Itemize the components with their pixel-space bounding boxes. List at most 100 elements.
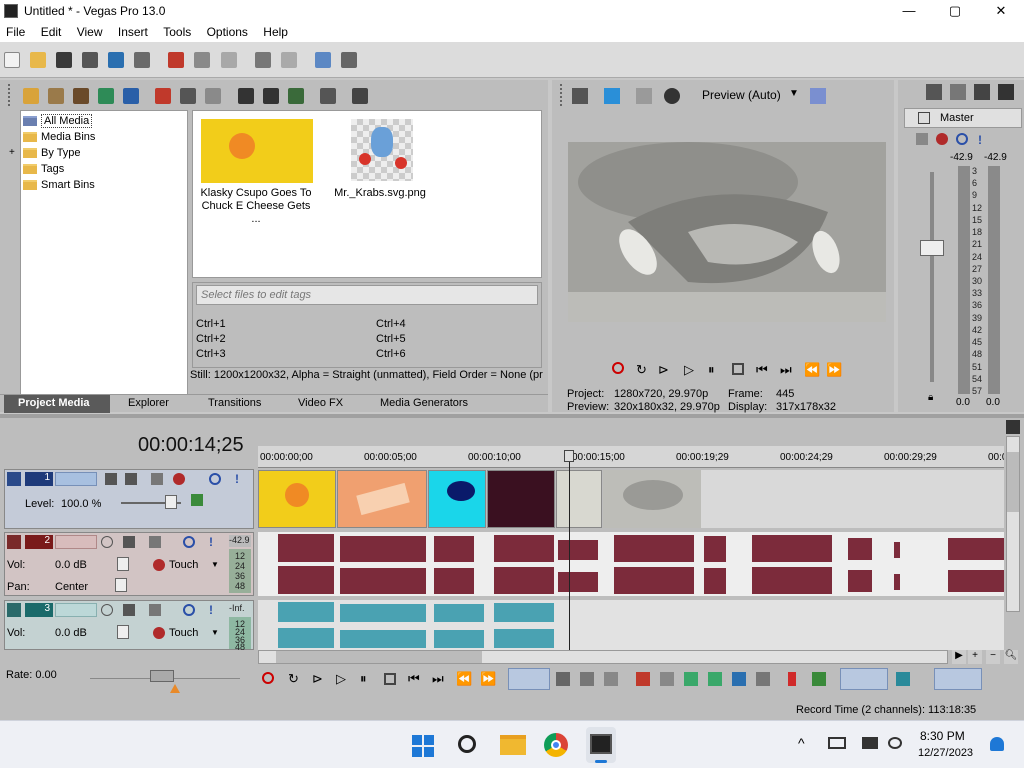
track-motion-icon[interactable] — [151, 473, 163, 485]
save-as-icon[interactable] — [82, 52, 99, 68]
notification-bell-icon[interactable] — [990, 737, 1004, 751]
dim-output-icon[interactable] — [974, 84, 990, 100]
zoom-tool-icon[interactable]: 🔍︎ — [1004, 650, 1018, 664]
tree-item-media-bins[interactable]: Media Bins — [21, 129, 187, 145]
automation-gear-icon[interactable] — [153, 627, 165, 639]
tab-media-generators[interactable]: Media Generators — [380, 395, 468, 413]
previous-frame-icon[interactable]: ⏪ — [456, 671, 472, 687]
chevron-down-icon[interactable]: ▼ — [211, 628, 219, 637]
menu-help[interactable]: Help — [257, 22, 294, 39]
media-properties-icon[interactable] — [180, 88, 197, 104]
play-from-start-icon[interactable]: ⊳ — [658, 362, 669, 378]
automation-gear-icon[interactable] — [153, 559, 165, 571]
capture-video-icon[interactable] — [48, 88, 65, 104]
playhead-cursor[interactable] — [569, 450, 570, 650]
scroll-right-icon[interactable]: ▶ — [952, 650, 966, 664]
track-fx-icon[interactable] — [149, 604, 161, 616]
tab-video-fx[interactable]: Video FX — [298, 395, 343, 413]
preview-quality-dropdown[interactable]: Preview (Auto) — [702, 88, 781, 102]
menu-tools[interactable]: Tools — [157, 22, 197, 39]
track-name-field[interactable] — [55, 472, 97, 486]
get-media-web-icon[interactable] — [73, 88, 90, 104]
marker-menu-icon[interactable] — [1006, 420, 1020, 434]
edit-tool-dropdown[interactable] — [508, 668, 550, 690]
grid-icon[interactable] — [810, 88, 826, 104]
tag-shortcut-6[interactable]: Ctrl+6 — [376, 348, 406, 360]
mute-icon[interactable] — [209, 473, 221, 485]
chrome-icon[interactable] — [544, 733, 568, 757]
show-hidden-icons-icon[interactable]: ^ — [798, 735, 805, 751]
auto-crossfades-icon[interactable] — [896, 672, 910, 686]
play-icon[interactable]: ▷ — [336, 671, 346, 687]
tree-item-by-type[interactable]: + By Type — [9, 145, 187, 161]
make-compositing-child-icon[interactable] — [125, 473, 137, 485]
maximize-button[interactable]: ▢ — [932, 0, 978, 22]
pause-icon[interactable]: ⏸ — [360, 671, 367, 687]
menu-insert[interactable]: Insert — [112, 22, 154, 39]
vegas-taskbar-button[interactable] — [586, 727, 616, 763]
snapping-toggle[interactable] — [934, 668, 982, 690]
start-button[interactable] — [412, 735, 434, 757]
media-search-icon[interactable] — [123, 88, 140, 104]
track-name-field[interactable] — [55, 535, 97, 549]
clock-date[interactable]: 12/27/2023 — [918, 747, 973, 759]
minimize-button[interactable]: — — [886, 0, 932, 22]
tree-item-tags[interactable]: Tags — [21, 161, 187, 177]
insert-region-icon[interactable] — [812, 672, 826, 686]
overlays-icon[interactable] — [664, 88, 680, 104]
solo-icon[interactable]: ! — [235, 472, 239, 486]
lock-icon[interactable] — [756, 672, 770, 686]
trim-start-icon[interactable] — [684, 672, 698, 686]
rate-slider[interactable] — [150, 670, 174, 682]
record-icon[interactable] — [612, 362, 624, 374]
auto-preview-icon[interactable] — [287, 88, 304, 104]
whats-this-help-icon[interactable] — [340, 52, 357, 68]
tab-project-media[interactable]: Project Media — [4, 395, 110, 413]
track-menu-icon[interactable] — [7, 535, 21, 549]
stop-icon[interactable] — [384, 673, 396, 685]
video-clip-6[interactable] — [603, 470, 701, 528]
redo-icon[interactable] — [280, 52, 297, 68]
menu-file[interactable]: File — [0, 22, 31, 39]
next-frame-icon[interactable]: ⏩ — [826, 362, 842, 378]
remove-media-icon[interactable] — [155, 88, 172, 104]
volume-icon[interactable] — [888, 737, 902, 749]
network-icon[interactable] — [828, 737, 846, 749]
solo-icon[interactable]: ! — [209, 535, 213, 549]
views-icon[interactable] — [319, 88, 336, 104]
trim-icon[interactable] — [660, 672, 674, 686]
solo-icon[interactable]: ! — [209, 603, 213, 617]
track-fx-icon[interactable] — [173, 473, 185, 485]
mute-icon[interactable] — [183, 604, 195, 616]
zoom-out-icon[interactable]: − — [986, 650, 1000, 664]
import-media-icon[interactable] — [23, 88, 39, 104]
master-fx-gear-icon[interactable] — [936, 133, 948, 145]
track-header-audio-2[interactable]: 2 ! -42.9 Vol: 0.0 dB Touch ▼ Pan: Cente… — [4, 532, 254, 596]
master-fx-icon[interactable] — [918, 112, 930, 124]
trim-end-icon[interactable] — [708, 672, 722, 686]
video-clip-4[interactable] — [487, 470, 555, 528]
stop-icon[interactable] — [732, 363, 744, 375]
track-header-video-1[interactable]: 1 ! Level: 100.0 % — [4, 469, 254, 529]
solo-icon[interactable]: ! — [978, 133, 982, 147]
master-fader[interactable] — [920, 240, 944, 256]
lock-icon[interactable]: 🔒︎ — [928, 392, 933, 403]
volume-slider[interactable] — [117, 557, 129, 571]
play-icon[interactable]: ▷ — [684, 362, 694, 378]
render-icon[interactable] — [108, 52, 125, 68]
external-monitor-icon[interactable] — [604, 88, 620, 104]
automation-mode[interactable]: Touch — [169, 559, 198, 571]
video-track-empty[interactable] — [701, 470, 1004, 528]
preview-properties-icon[interactable] — [572, 88, 588, 104]
menu-edit[interactable]: Edit — [35, 22, 68, 39]
tree-item-smart-bins[interactable]: Smart Bins — [21, 177, 187, 193]
clock-time[interactable]: 8:30 PM — [920, 729, 965, 743]
search-icon[interactable] — [458, 735, 476, 753]
zoom-in-icon[interactable]: + — [968, 650, 982, 664]
stop-media-icon[interactable] — [262, 88, 279, 104]
timeline-ruler[interactable]: 00:00:00;00 00:00:05;00 00:00:10;00 00:0… — [258, 446, 1004, 468]
panel-grip[interactable] — [560, 84, 566, 106]
search-icon[interactable] — [351, 88, 368, 104]
play-media-icon[interactable] — [237, 88, 254, 104]
go-to-end-icon[interactable]: ⏭ — [780, 362, 792, 378]
